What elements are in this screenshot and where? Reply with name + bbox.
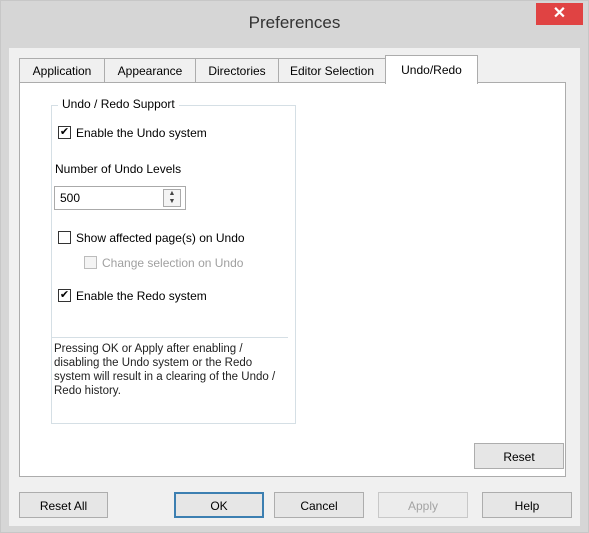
enable-redo-checkbox[interactable]: ✔ (58, 289, 71, 302)
title-bar[interactable]: Preferences ✕ (1, 1, 588, 48)
check-icon: ✔ (59, 126, 70, 138)
undo-levels-value[interactable]: 500 (60, 191, 80, 205)
tab-application[interactable]: Application (19, 58, 105, 82)
enable-redo-checkbox-row[interactable]: ✔ Enable the Redo system (58, 288, 258, 304)
close-button[interactable]: ✕ (536, 3, 583, 25)
show-affected-label: Show affected page(s) on Undo (76, 231, 245, 245)
reset-all-button[interactable]: Reset All (19, 492, 108, 518)
ok-button[interactable]: OK (174, 492, 264, 518)
enable-redo-label: Enable the Redo system (76, 289, 207, 303)
tab-appearance[interactable]: Appearance (104, 58, 196, 82)
tab-directories[interactable]: Directories (195, 58, 279, 82)
undo-levels-label: Number of Undo Levels (55, 162, 182, 176)
cancel-button[interactable]: Cancel (274, 492, 364, 518)
show-affected-checkbox[interactable] (58, 231, 71, 244)
spinner-buttons[interactable]: ▲ ▼ (163, 189, 181, 207)
reset-button[interactable]: Reset (474, 443, 564, 469)
enable-undo-label: Enable the Undo system (76, 126, 207, 140)
change-selection-label: Change selection on Undo (102, 256, 244, 270)
show-affected-checkbox-row[interactable]: Show affected page(s) on Undo (58, 230, 288, 246)
undo-info-note: Pressing OK or Apply after enabling / di… (51, 337, 288, 423)
change-selection-checkbox-row: Change selection on Undo (84, 255, 284, 271)
check-icon: ✔ (59, 289, 70, 301)
tab-undo-redo[interactable]: Undo/Redo (385, 55, 478, 84)
group-title: Undo / Redo Support (58, 97, 179, 111)
close-icon: ✕ (552, 5, 567, 22)
spin-down-icon[interactable]: ▼ (164, 198, 180, 206)
enable-undo-checkbox[interactable]: ✔ (58, 126, 71, 139)
change-selection-checkbox (84, 256, 97, 269)
help-button[interactable]: Help (482, 492, 572, 518)
undo-levels-spinner[interactable]: 500 ▲ ▼ (54, 186, 186, 210)
apply-button: Apply (378, 492, 468, 518)
enable-undo-checkbox-row[interactable]: ✔ Enable the Undo system (58, 125, 258, 141)
window-title: Preferences (248, 13, 341, 32)
spin-up-icon[interactable]: ▲ (164, 190, 180, 198)
tab-editor-selection[interactable]: Editor Selection (278, 58, 386, 82)
